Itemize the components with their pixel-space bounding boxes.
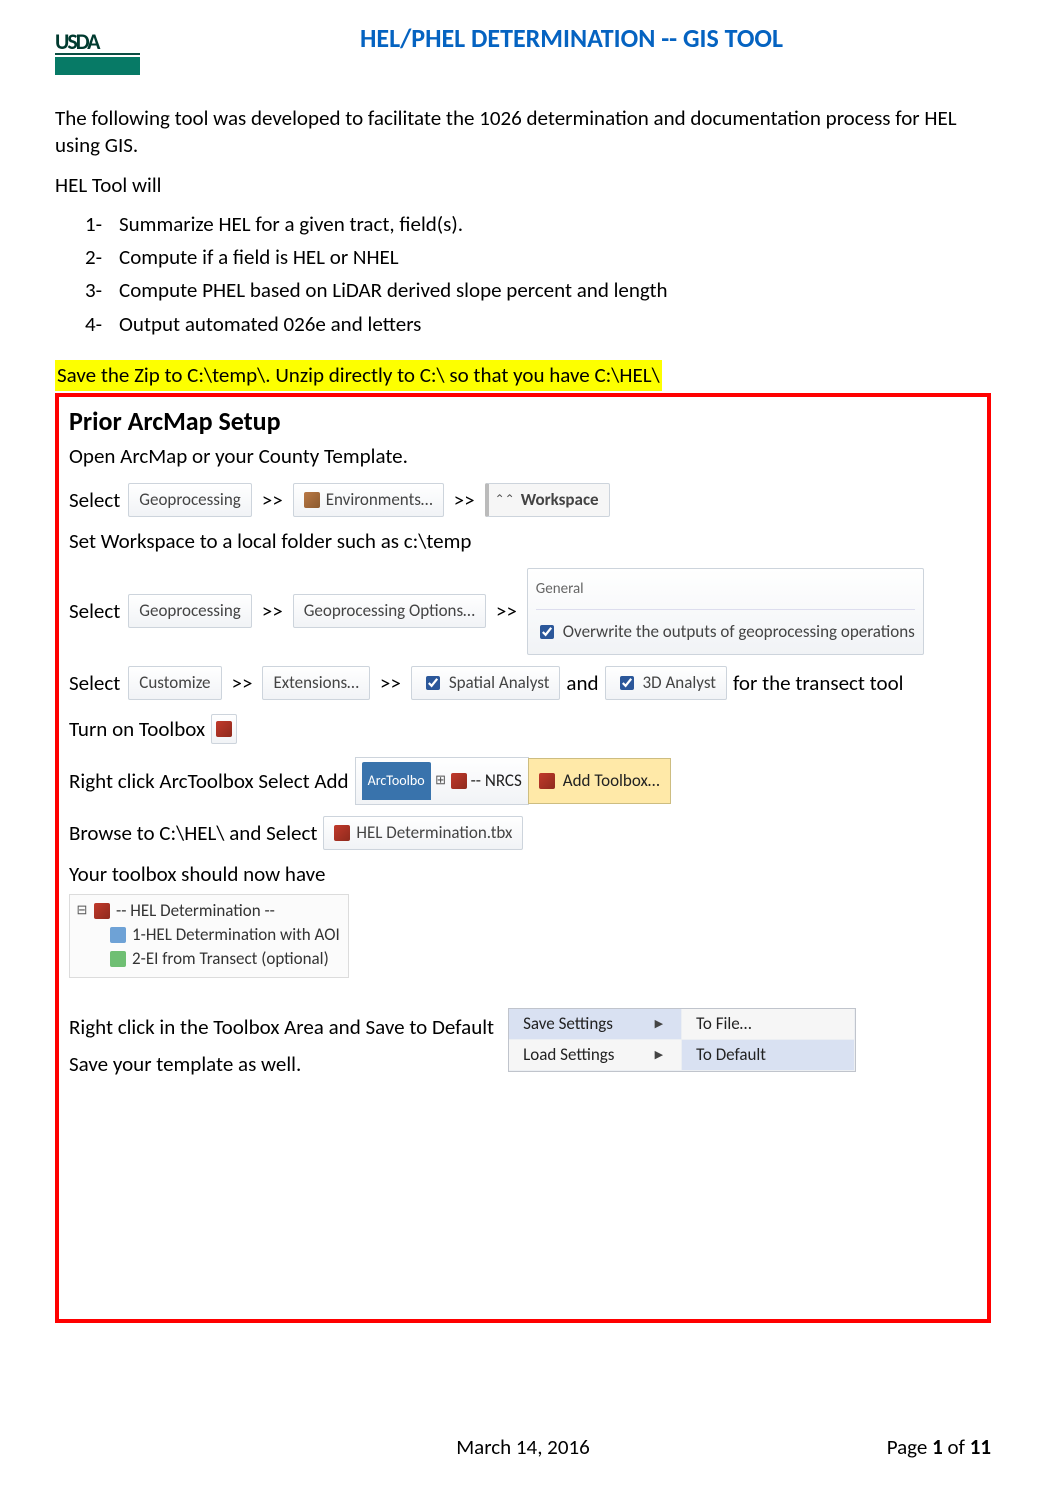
overwrite-label: Overwrite the outputs of geoprocessing o… (563, 614, 915, 650)
open-arcmap-line: Open ArcMap or your County Template. (69, 443, 977, 470)
geoprocessing-menu[interactable]: Geoprocessing (128, 594, 251, 628)
label: Select (69, 482, 120, 518)
arctoolbox-tab: ArcToolbo (362, 762, 431, 800)
footer-date: March 14, 2016 (55, 1434, 991, 1460)
spatial-analyst-checkbox[interactable]: Spatial Analyst (411, 666, 561, 700)
turn-on-toolbox-label: Turn on Toolbox (69, 711, 205, 747)
page-title: HEL/PHEL DETERMINATION -- GIS TOOL (152, 20, 991, 54)
toolbox-icon (94, 903, 110, 919)
workspace-header[interactable]: ⌃⌃Workspace (485, 483, 610, 517)
label: for the transect tool (733, 665, 904, 701)
chevron-right-icon: ▶ (655, 1048, 663, 1062)
rightclick-save-label: Right click in the Toolbox Area and Save… (69, 1014, 494, 1041)
label: and (566, 665, 598, 701)
usda-logo-text: USDA (55, 33, 140, 51)
setup-box: Prior ArcMap Setup Open ArcMap or your C… (55, 393, 991, 1323)
separator: >> (496, 593, 517, 629)
tree-collapse-icon[interactable]: ⊟ (76, 899, 88, 923)
toolbox-icon (216, 721, 232, 737)
intro-paragraph: The following tool was developed to faci… (55, 105, 991, 160)
tree-expand-icon: ⊞ (435, 763, 447, 799)
separator: >> (454, 482, 475, 518)
list-item: 2-Compute if a field is HEL or NHEL (85, 244, 991, 271)
toolbox-icon (539, 773, 555, 789)
tree-root-label[interactable]: -- HEL Determination -- (116, 899, 275, 923)
toolbox-icon (451, 773, 467, 789)
geoprocessing-menu[interactable]: Geoprocessing (128, 483, 251, 517)
separator: >> (262, 482, 283, 518)
hel-determination-tbx-file[interactable]: HEL Determination.tbx (323, 816, 523, 850)
save-settings-context-menu: Save Settings▶ To File… Load Settings▶ T… (508, 1008, 856, 1072)
browse-label: Browse to C:\HEL\ and Select (69, 815, 317, 851)
save-settings-menu-item[interactable]: Save Settings▶ (509, 1009, 682, 1040)
model-icon (110, 951, 126, 967)
nrcs-label: -- NRCS (471, 763, 522, 799)
your-toolbox-line: Your toolbox should now have (69, 861, 977, 888)
chevron-right-icon: ▶ (655, 1017, 663, 1031)
separator: >> (232, 665, 253, 701)
to-file-menu-item[interactable]: To File… (682, 1009, 855, 1040)
set-workspace-line: Set Workspace to a local folder such as … (69, 528, 977, 555)
general-overwrite-option[interactable]: General Overwrite the outputs of geoproc… (527, 568, 924, 655)
section-title: Prior ArcMap Setup (69, 405, 977, 439)
to-default-menu-item[interactable]: To Default (682, 1040, 855, 1071)
save-template-label: Save your template as well. (69, 1051, 494, 1078)
page-footer: March 14, 2016 Page 1 of 11 (55, 1434, 991, 1460)
list-item: 3-Compute PHEL based on LiDAR derived sl… (85, 277, 991, 304)
toolbox-icon (334, 825, 350, 841)
list-item: 1-Summarize HEL for a given tract, field… (85, 211, 991, 238)
rightclick-arctoolbox-label: Right click ArcToolbox Select Add (69, 763, 349, 799)
arctoolbox-panel-snippet: ArcToolbo ⊞ -- NRCS (355, 757, 529, 805)
script-icon (110, 927, 126, 943)
highlight-instruction: Save the Zip to C:\temp\. Unzip directly… (55, 360, 662, 391)
environments-menu-item[interactable]: Environments… (293, 483, 444, 517)
usda-logo: USDA (55, 20, 140, 75)
heltool-prefix: HEL Tool will (55, 172, 991, 199)
load-settings-menu-item[interactable]: Load Settings▶ (509, 1040, 682, 1071)
customize-menu[interactable]: Customize (128, 666, 221, 700)
tree-item[interactable]: 1-HEL Determination with AOI (132, 923, 340, 947)
toolbox-button[interactable] (211, 714, 237, 744)
general-group-label: General (536, 571, 915, 610)
tools-icon (304, 492, 320, 508)
toolbox-tree: ⊟ -- HEL Determination -- 1-HEL Determin… (69, 894, 349, 978)
list-item: 4-Output automated 026e and letters (85, 311, 991, 338)
3d-analyst-check[interactable] (620, 676, 634, 690)
feature-list: 1-Summarize HEL for a given tract, field… (85, 211, 991, 338)
geoprocessing-options-menu-item[interactable]: Geoprocessing Options… (293, 594, 486, 628)
3d-analyst-checkbox[interactable]: 3D Analyst (605, 666, 727, 700)
separator: >> (262, 593, 283, 629)
label: Select (69, 593, 120, 629)
add-toolbox-menu-item[interactable]: Add Toolbox… (528, 758, 671, 804)
overwrite-checkbox[interactable] (540, 625, 554, 639)
tree-item[interactable]: 2-EI from Transect (optional) (132, 947, 329, 971)
chevron-up-icon: ⌃⌃ (495, 482, 515, 518)
separator: >> (380, 665, 401, 701)
label: Select (69, 665, 120, 701)
extensions-menu-item[interactable]: Extensions… (262, 666, 369, 700)
spatial-analyst-check[interactable] (426, 676, 440, 690)
